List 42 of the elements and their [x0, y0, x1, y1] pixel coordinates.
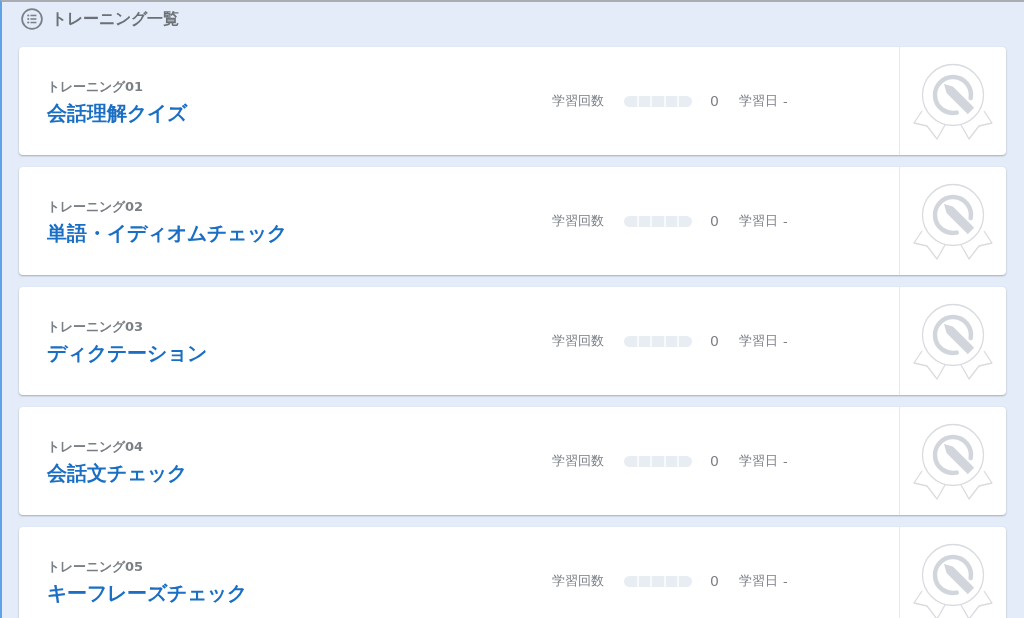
training-card[interactable]: トレーニング02 単語・イディオムチェック 学習回数 0 学習日 - — [19, 167, 1006, 275]
study-date: - — [782, 213, 788, 229]
training-title[interactable]: ディクテーション — [47, 339, 207, 367]
medal-icon — [913, 62, 993, 140]
study-count-label: 学習回数 — [552, 452, 604, 470]
study-date: - — [782, 573, 788, 589]
study-count-label: 学習回数 — [552, 332, 604, 350]
training-card[interactable]: トレーニング04 会話文チェック 学習回数 0 学習日 - — [19, 407, 1006, 515]
study-date-label: 学習日 — [738, 92, 778, 110]
section-title: トレーニング一覧 — [51, 8, 179, 30]
study-count-label: 学習回数 — [552, 92, 604, 110]
medal-icon — [913, 542, 993, 618]
study-date-label: 学習日 — [738, 212, 778, 230]
study-date: - — [782, 453, 788, 469]
training-card[interactable]: トレーニング01 会話理解クイズ 学習回数 0 学習日 - — [19, 47, 1006, 155]
study-count: 0 — [710, 573, 719, 589]
training-number: トレーニング01 — [47, 77, 144, 96]
study-count: 0 — [710, 453, 719, 469]
training-number: トレーニング03 — [47, 317, 144, 336]
medal-icon — [913, 302, 993, 380]
study-count-label: 学習回数 — [552, 212, 604, 230]
training-title[interactable]: 会話理解クイズ — [47, 99, 187, 127]
training-number: トレーニング04 — [47, 437, 144, 456]
study-date-label: 学習日 — [738, 332, 778, 350]
training-title[interactable]: 会話文チェック — [47, 459, 187, 487]
study-count: 0 — [710, 213, 719, 229]
study-count-label: 学習回数 — [552, 572, 604, 590]
study-count: 0 — [710, 93, 719, 109]
training-number: トレーニング05 — [47, 557, 144, 576]
study-date: - — [782, 93, 788, 109]
training-title[interactable]: 単語・イディオムチェック — [47, 219, 287, 247]
training-card[interactable]: トレーニング03 ディクテーション 学習回数 0 学習日 - — [19, 287, 1006, 395]
training-title[interactable]: キーフレーズチェック — [47, 579, 247, 607]
study-date: - — [782, 333, 788, 349]
study-date-label: 学習日 — [738, 572, 778, 590]
study-count: 0 — [710, 333, 719, 349]
medal-icon — [913, 422, 993, 500]
training-number: トレーニング02 — [47, 197, 144, 216]
study-date-label: 学習日 — [738, 452, 778, 470]
list-icon — [21, 8, 43, 30]
training-card[interactable]: トレーニング05 キーフレーズチェック 学習回数 0 学習日 - — [19, 527, 1006, 618]
medal-icon — [913, 182, 993, 260]
